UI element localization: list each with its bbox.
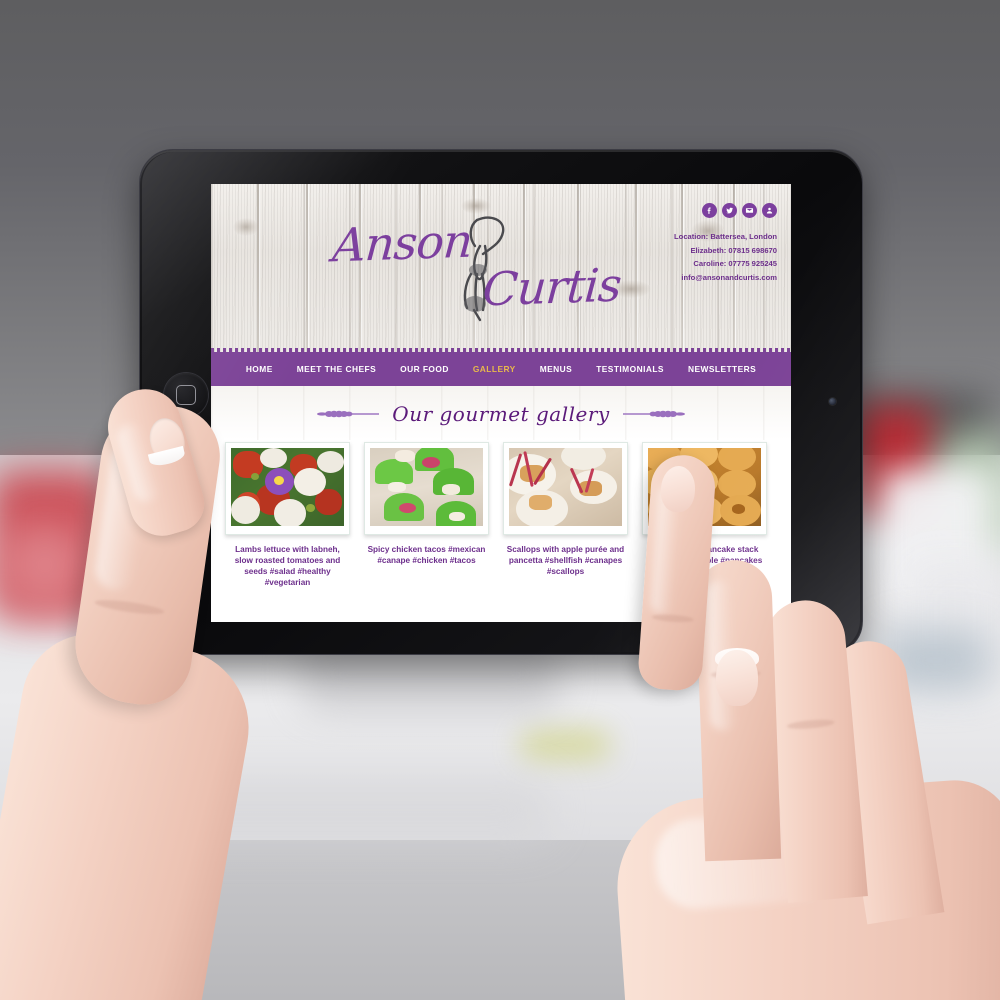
nav-item-menus[interactable]: MENUS bbox=[540, 364, 573, 374]
gallery-item[interactable]: Lambs lettuce with labneh, slow roasted … bbox=[225, 442, 350, 588]
page-title-row: Our gourmet gallery bbox=[211, 386, 791, 442]
contact-icon[interactable] bbox=[762, 203, 777, 218]
plank-divider bbox=[306, 184, 308, 352]
bg-blob-pink bbox=[0, 520, 90, 610]
nav-item-newsletters[interactable]: NEWSLETTERS bbox=[688, 364, 756, 374]
nav-item-home[interactable]: HOME bbox=[246, 364, 273, 374]
home-button-square-icon bbox=[176, 385, 196, 405]
contact-location: Location: Battersea, London bbox=[674, 232, 777, 241]
gallery-photo-salad[interactable] bbox=[231, 448, 344, 526]
contact-phone-caroline: Caroline: 07775 925245 bbox=[693, 259, 777, 268]
wheat-divider-left-icon bbox=[317, 410, 380, 418]
plank-divider bbox=[257, 184, 259, 352]
gallery-thumbnail-frame[interactable] bbox=[225, 442, 350, 535]
email-icon[interactable] bbox=[742, 203, 757, 218]
social-icons[interactable] bbox=[702, 203, 777, 218]
gallery-item[interactable]: Spicy chicken tacos #mexican #canape #ch… bbox=[364, 442, 489, 588]
page-title: Our gourmet gallery bbox=[392, 402, 610, 426]
gallery-caption: Spicy chicken tacos #mexican #canape #ch… bbox=[367, 545, 486, 565]
site-header: Anson Curtis Location: Battersea, London… bbox=[211, 184, 791, 352]
wheat-divider-right-icon bbox=[622, 410, 685, 418]
gallery-caption: Lambs lettuce with labneh, slow roasted … bbox=[234, 545, 341, 587]
gallery-caption: Scallops with apple purée and pancetta #… bbox=[506, 545, 625, 576]
gallery-photo-tacos[interactable] bbox=[370, 448, 483, 526]
main-navigation[interactable]: HOME MEET THE CHEFS OUR FOOD GALLERY MEN… bbox=[211, 348, 791, 390]
facebook-icon[interactable] bbox=[702, 203, 717, 218]
nav-list[interactable]: HOME MEET THE CHEFS OUR FOOD GALLERY MEN… bbox=[211, 352, 791, 386]
contact-info: Location: Battersea, London Elizabeth: 0… bbox=[592, 230, 777, 284]
wood-knot bbox=[233, 218, 259, 236]
nav-item-meet-the-chefs[interactable]: MEET THE CHEFS bbox=[297, 364, 376, 374]
nav-item-testimonials[interactable]: TESTIMONIALS bbox=[596, 364, 664, 374]
right-middle-finger-nail bbox=[716, 650, 758, 706]
bg-blob-yellow bbox=[520, 730, 610, 760]
contact-email[interactable]: info@ansonandcurtis.com bbox=[592, 271, 777, 285]
front-camera bbox=[829, 398, 836, 405]
gallery-thumbnail-frame[interactable] bbox=[503, 442, 628, 535]
gallery-thumbnail-frame[interactable] bbox=[364, 442, 489, 535]
gallery-item[interactable]: Scallops with apple purée and pancetta #… bbox=[503, 442, 628, 588]
nav-item-gallery[interactable]: GALLERY bbox=[473, 364, 516, 374]
nav-item-our-food[interactable]: OUR FOOD bbox=[400, 364, 449, 374]
right-hand-middle-finger bbox=[694, 558, 782, 862]
gallery-photo-scallops[interactable] bbox=[509, 448, 622, 526]
twitter-icon[interactable] bbox=[722, 203, 737, 218]
contact-phone-elizabeth: Elizabeth: 07815 698670 bbox=[690, 245, 777, 255]
